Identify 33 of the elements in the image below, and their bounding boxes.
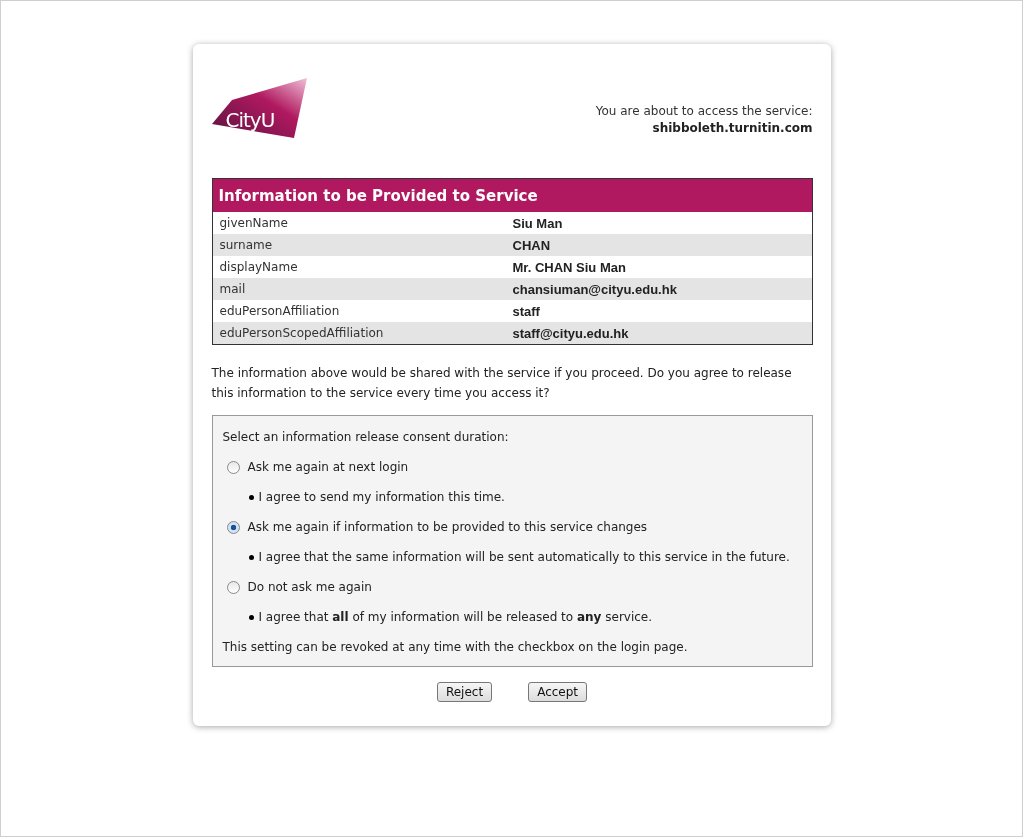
attribute-name: mail — [218, 282, 247, 296]
table-title: Information to be Provided to Service — [212, 179, 812, 212]
attribute-name: displayName — [218, 260, 299, 274]
attribute-name: eduPersonAffiliation — [218, 304, 341, 318]
radio-button[interactable] — [226, 460, 240, 474]
question-text: The information above would be shared with the service if you proceed. Do you agree to release this information to the service every time you access it? — [211, 365, 793, 402]
service-intro: You are about to access the service: — [595, 104, 813, 118]
option-detail: I agree to send my information this time. — [258, 489, 505, 506]
attribute-name: eduPersonScopedAffiliation — [218, 326, 385, 340]
option-detail: I agree that all of my information will be released to any service. — [258, 609, 653, 626]
bullet-icon — [248, 614, 254, 620]
radio-button[interactable] — [226, 580, 240, 594]
option-label[interactable]: Ask me again if information to be provided to this service changes — [247, 518, 648, 536]
attribute-name: givenName — [218, 216, 289, 230]
option-label[interactable]: Do not ask me again — [247, 578, 372, 596]
attribute-value: staff — [512, 303, 541, 319]
logo-text: CityU — [225, 108, 275, 132]
option-detail: I agree that the same information will be sent automatically to this service in the future. — [258, 549, 790, 566]
attribute-name: surname — [218, 238, 274, 252]
attribute-value: chansiuman@cityu.edu.hk — [512, 281, 678, 297]
accept-button[interactable]: Accept — [528, 682, 588, 702]
radio-button[interactable] — [226, 520, 240, 534]
attribute-value: staff@cityu.edu.hk — [512, 325, 630, 341]
bullet-icon — [248, 554, 254, 560]
option-label[interactable]: Ask me again at next login — [247, 458, 409, 476]
consent-heading: Select an information release consent duration: — [222, 429, 510, 446]
attribute-value: Mr. CHAN Siu Man — [512, 259, 627, 275]
bullet-icon — [248, 494, 254, 500]
attribute-value: CHAN — [512, 237, 552, 253]
consent-note: This setting can be revoked at any time with the checkbox on the login page. — [222, 639, 689, 656]
attribute-value: Siu Man — [512, 215, 564, 231]
service-name: shibboleth.turnitin.com — [652, 121, 813, 135]
reject-button[interactable]: Reject — [436, 682, 493, 702]
